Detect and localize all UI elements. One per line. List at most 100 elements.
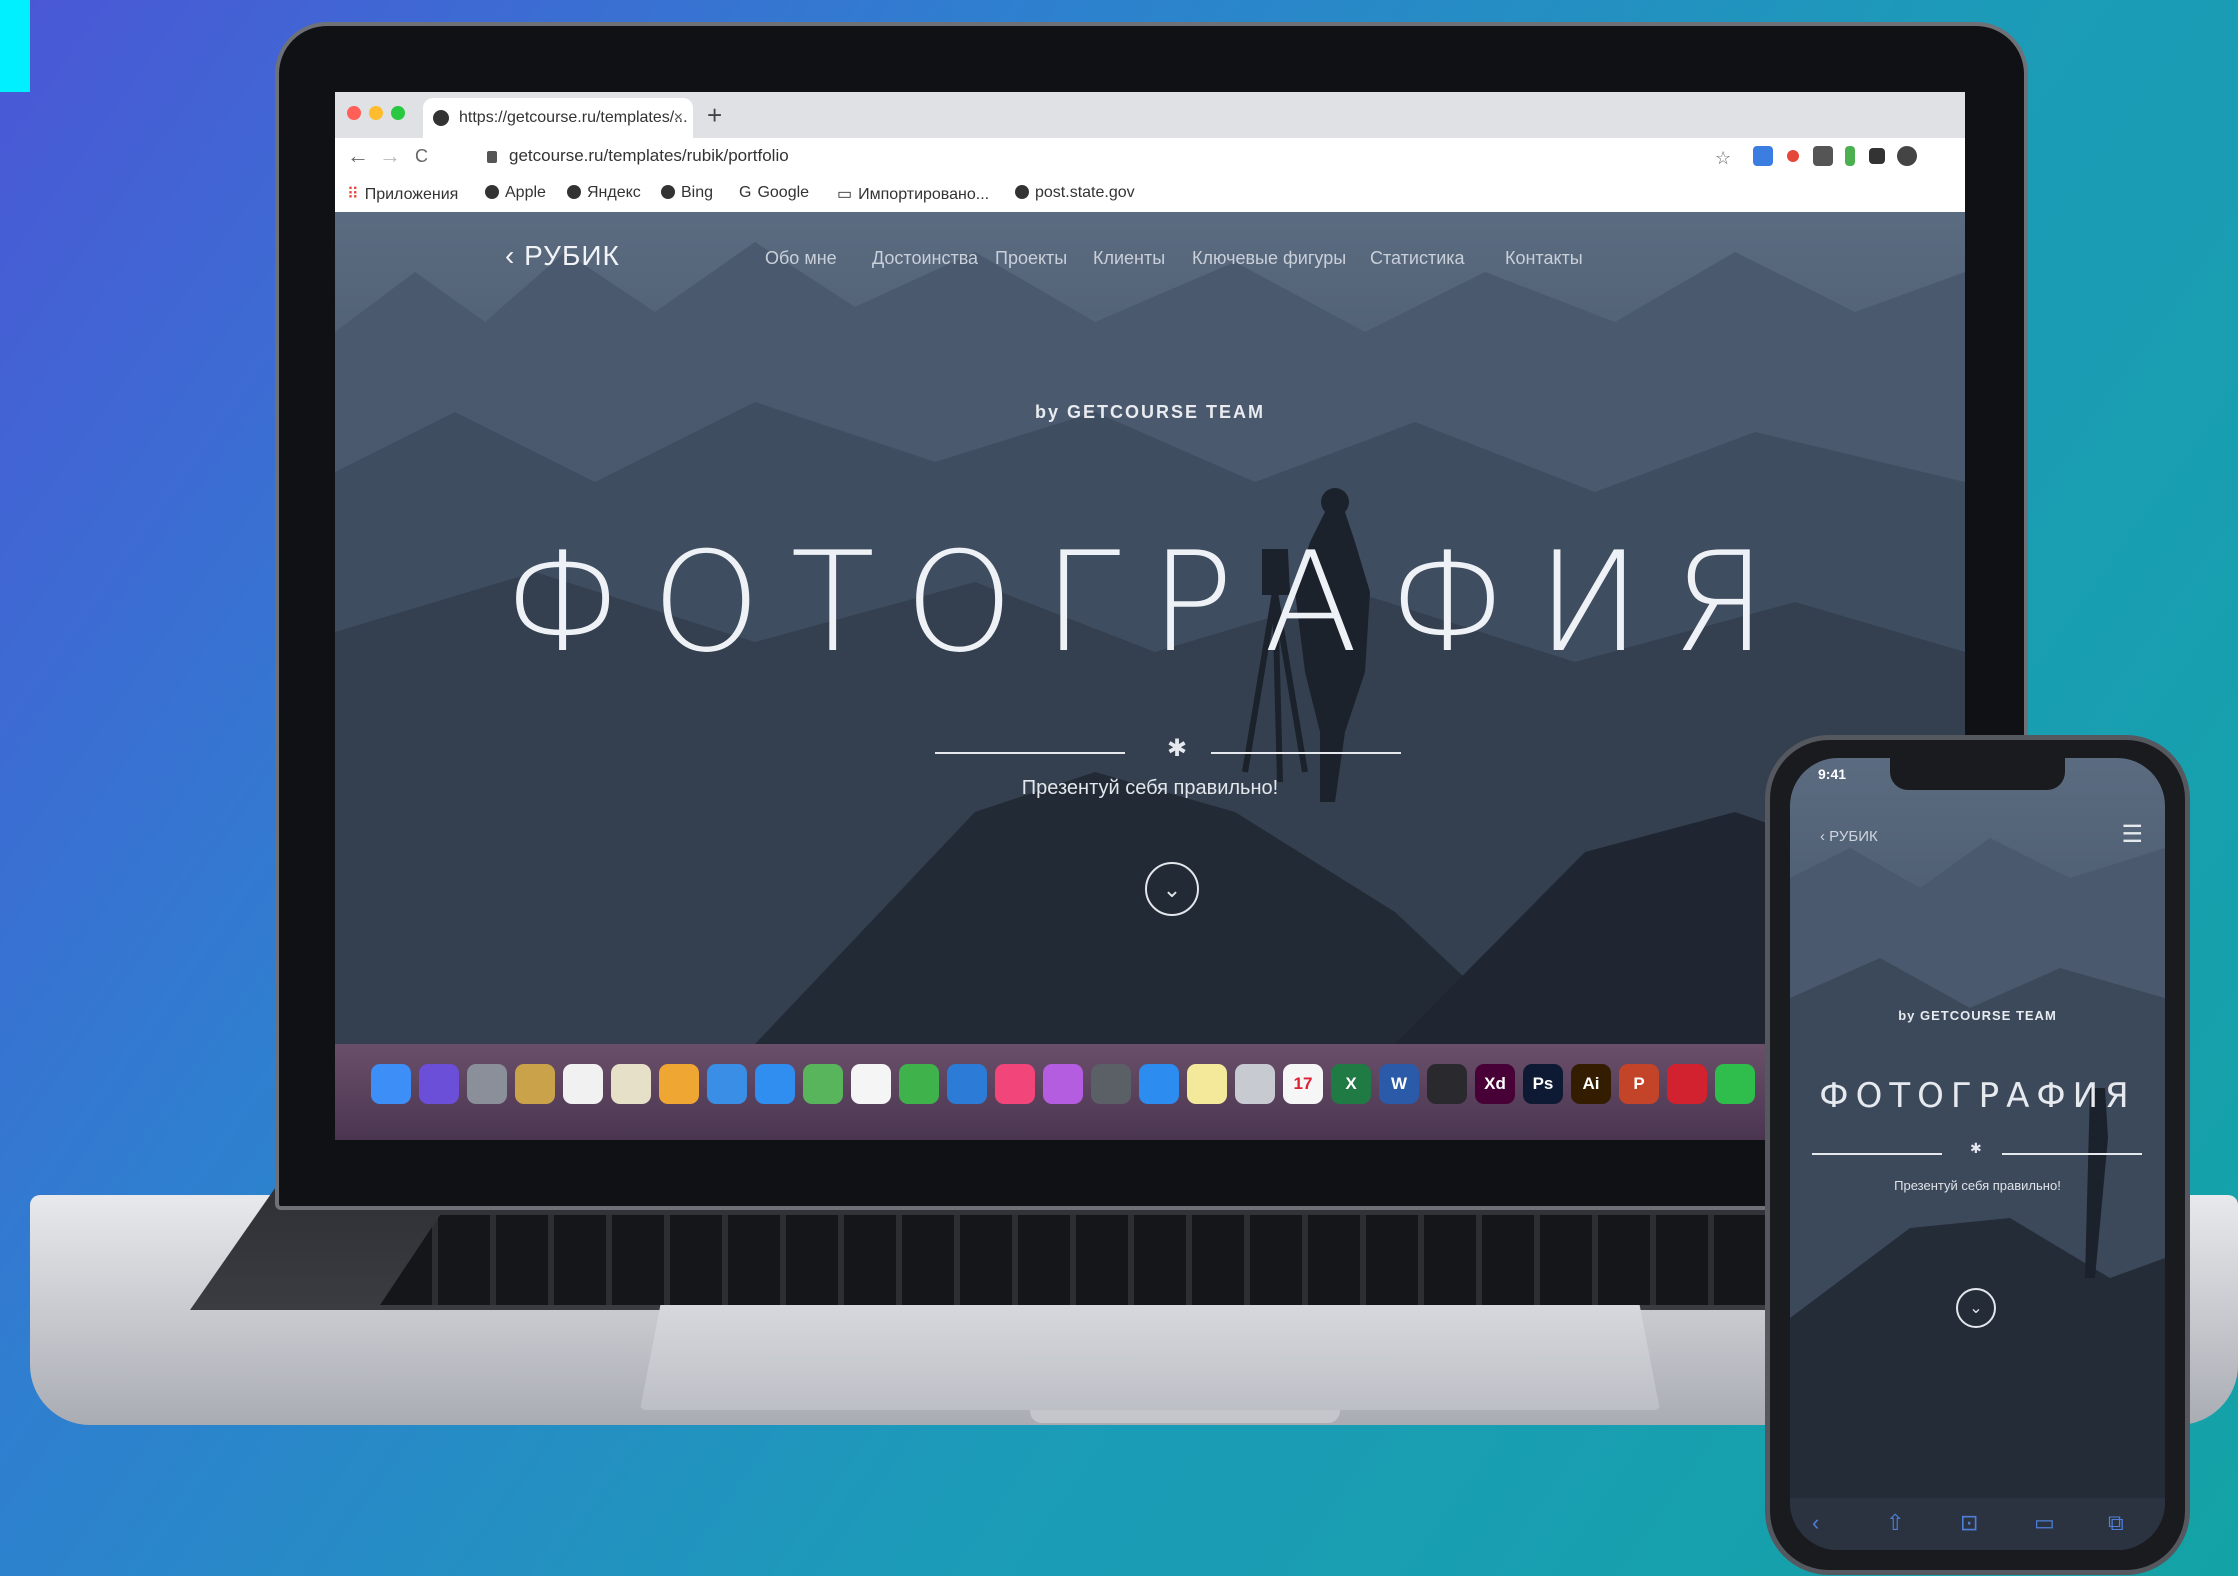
- dock-apps: 17 X W Xd Ps Ai P: [371, 1054, 1755, 1116]
- excel-icon[interactable]: X: [1331, 1064, 1371, 1104]
- bookmark-label: Bing: [681, 184, 714, 201]
- hero-tagline: Презентуй себя правильно!: [1021, 777, 1279, 799]
- camera-icon[interactable]: [1091, 1064, 1131, 1104]
- word-icon[interactable]: W: [1379, 1064, 1419, 1104]
- bookmark-bing[interactable]: Bing: [661, 184, 713, 202]
- phone-screen: 9:41 ‹ РУБИК ☰ by GETCOURSE TEAM ФОТОГРА…: [1790, 758, 2165, 1550]
- maps-icon[interactable]: [803, 1064, 843, 1104]
- launchpad-icon[interactable]: [467, 1064, 507, 1104]
- bookmark-post-state[interactable]: post.state.gov: [1015, 184, 1135, 202]
- favicon-icon: [433, 110, 449, 126]
- illustrator-icon[interactable]: Ai: [1571, 1064, 1611, 1104]
- powerpoint-icon[interactable]: P: [1619, 1064, 1659, 1104]
- hero-byline: by GETCOURSE TEAM: [1034, 402, 1265, 422]
- maximize-window-icon[interactable]: [391, 106, 405, 120]
- xd-icon[interactable]: Xd: [1475, 1064, 1515, 1104]
- phone-hero-title: ФОТОГРАФИЯ: [1819, 1076, 2136, 1116]
- safari-icon[interactable]: [755, 1064, 795, 1104]
- phone-divider-left: [1812, 1153, 1942, 1155]
- close-window-icon[interactable]: [347, 106, 361, 120]
- hero-title: ФОТОГРАФИЯ: [503, 522, 1797, 683]
- photos-icon[interactable]: [659, 1064, 699, 1104]
- extension-print-icon[interactable]: [1753, 146, 1773, 166]
- phone-device: 9:41 ‹ РУБИК ☰ by GETCOURSE TEAM ФОТОГРА…: [1765, 735, 2190, 1575]
- bookmark-star-icon[interactable]: ☆: [1715, 146, 1731, 170]
- notes-folder-icon[interactable]: [515, 1064, 555, 1104]
- podcasts-icon[interactable]: [1043, 1064, 1083, 1104]
- globe-icon: [567, 185, 581, 199]
- mail-icon[interactable]: [707, 1064, 747, 1104]
- browser-tabbar: https://getcourse.ru/templates/... × +: [335, 92, 1965, 138]
- extension-box-icon[interactable]: [1813, 146, 1833, 166]
- calendar-icon[interactable]: [851, 1064, 891, 1104]
- url-field[interactable]: getcourse.ru/templates/rubik/portfolio: [487, 146, 789, 166]
- apps-grid-icon: ⠿: [347, 186, 359, 203]
- extension-pin-icon[interactable]: [1787, 150, 1799, 162]
- photoshop-icon[interactable]: Ps: [1523, 1064, 1563, 1104]
- numbers-icon[interactable]: [899, 1064, 939, 1104]
- nav-projects[interactable]: Проекты: [995, 248, 1067, 269]
- bookmark-apps[interactable]: ⠿ Приложения: [347, 184, 458, 204]
- bookmark-label: Apple: [505, 184, 546, 201]
- profile-avatar-icon[interactable]: [1897, 146, 1917, 166]
- hero-section: ‹ РУБИК Обо мне Достоинства Проекты Клие…: [335, 212, 1965, 1044]
- nav-about[interactable]: Обо мне: [765, 248, 837, 269]
- siri-icon[interactable]: [419, 1064, 459, 1104]
- bookmark-google[interactable]: G Google: [739, 184, 809, 202]
- keyboard-keys: [380, 1215, 1880, 1305]
- nav-advantages[interactable]: Достоинства: [872, 248, 978, 269]
- globe-icon: [485, 185, 499, 199]
- phone-back-icon[interactable]: ‹: [1812, 1510, 1819, 1536]
- opera-icon[interactable]: [1667, 1064, 1707, 1104]
- nav-contacts[interactable]: Контакты: [1505, 248, 1583, 269]
- bookmark-apple[interactable]: Apple: [485, 184, 546, 202]
- nav-key-figures[interactable]: Ключевые фигуры: [1192, 248, 1346, 269]
- site-logo[interactable]: ‹ РУБИК: [505, 240, 620, 272]
- hamburger-menu-icon[interactable]: ☰: [2121, 820, 2143, 849]
- music-icon[interactable]: [995, 1064, 1035, 1104]
- phone-bookmarks-icon[interactable]: ⊡: [1960, 1510, 1978, 1536]
- address-bar: ← → C getcourse.ru/templates/rubik/portf…: [335, 138, 1965, 176]
- browser-tab[interactable]: https://getcourse.ru/templates/... ×: [423, 98, 693, 138]
- bookmark-label: Импортировано...: [858, 186, 990, 203]
- bookmark-imported[interactable]: ▭ Импортировано...: [837, 184, 989, 204]
- disk-utility-icon[interactable]: [1235, 1064, 1275, 1104]
- preview-icon[interactable]: [611, 1064, 651, 1104]
- forward-button[interactable]: →: [379, 144, 401, 168]
- divider-left: [935, 752, 1125, 754]
- back-button[interactable]: ←: [347, 144, 369, 168]
- reload-button[interactable]: C: [415, 144, 428, 168]
- bookmark-yandex[interactable]: Яндекс: [567, 184, 641, 202]
- phone-reading-icon[interactable]: ▭: [2034, 1510, 2055, 1536]
- tab-close-icon[interactable]: ×: [674, 98, 683, 138]
- macos-dock: 17 X W Xd Ps Ai P: [335, 1044, 1965, 1140]
- minimize-window-icon[interactable]: [369, 106, 383, 120]
- nav-statistics[interactable]: Статистика: [1370, 248, 1465, 269]
- keynote-icon[interactable]: [947, 1064, 987, 1104]
- stickies-icon[interactable]: [1187, 1064, 1227, 1104]
- phone-divider-right: [2002, 1153, 2142, 1155]
- textedit-icon[interactable]: [563, 1064, 603, 1104]
- phone-safari-toolbar: ‹ ⇧ ⊡ ▭ ⧉: [1790, 1498, 2165, 1550]
- phone-divider-star-icon: ✱: [1970, 1140, 1982, 1156]
- bookmark-label: Приложения: [364, 186, 459, 203]
- nav-clients[interactable]: Клиенты: [1093, 248, 1165, 269]
- google-icon: G: [739, 184, 752, 201]
- bookmarks-bar: ⠿ Приложения Apple Яндекс Bing G Google ▭ И…: [335, 176, 1965, 213]
- new-tab-button[interactable]: +: [707, 98, 722, 132]
- phone-tagline: Презентуй себя правильно!: [1894, 1178, 2061, 1193]
- phone-share-icon[interactable]: ⇧: [1886, 1510, 1904, 1536]
- appstore-icon[interactable]: [1139, 1064, 1179, 1104]
- lock-icon: [487, 150, 497, 163]
- extensions-puzzle-icon[interactable]: [1869, 148, 1885, 164]
- finder-icon[interactable]: [371, 1064, 411, 1104]
- phone-scroll-down-button[interactable]: ⌄: [1956, 1288, 1996, 1328]
- scroll-down-button[interactable]: ⌄: [1145, 862, 1199, 916]
- calendar-date-icon[interactable]: 17: [1283, 1064, 1323, 1104]
- figma-icon[interactable]: [1427, 1064, 1467, 1104]
- phone-tabs-icon[interactable]: ⧉: [2108, 1510, 2124, 1536]
- extension-green-icon[interactable]: [1845, 146, 1855, 166]
- whatsapp-icon[interactable]: [1715, 1064, 1755, 1104]
- phone-site-logo[interactable]: ‹ РУБИК: [1820, 828, 1878, 845]
- folder-icon: ▭: [837, 186, 853, 203]
